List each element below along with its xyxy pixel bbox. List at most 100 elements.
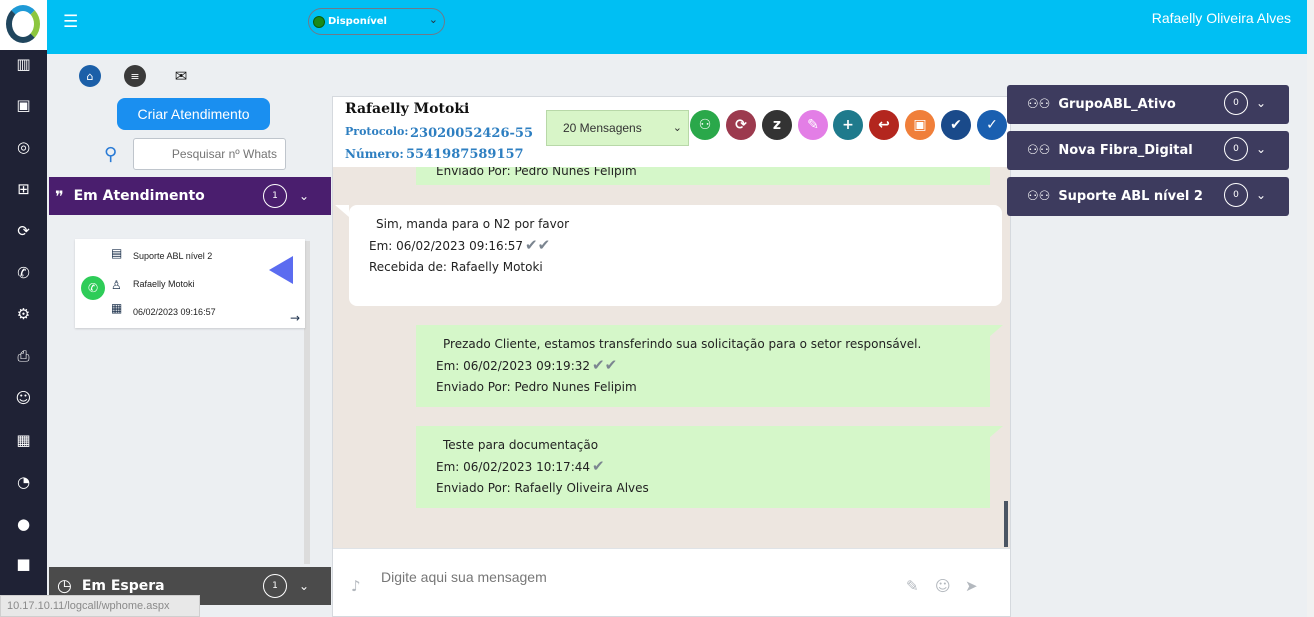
sleep-bed-icon[interactable]: z (762, 110, 792, 140)
app-logo (0, 0, 47, 50)
people-icon: ⚇⚇ (1027, 97, 1051, 112)
approve-check-icon[interactable]: ✔ (941, 110, 971, 140)
chevron-down-icon[interactable]: ⌄ (299, 579, 309, 593)
right-group-item[interactable]: ⚇⚇ Nova Fibra_Digital 0 ⌄ (1007, 131, 1289, 170)
bubble-tail (989, 426, 1003, 438)
chat-bubbles-icon: ❞ (55, 186, 64, 206)
chat-header: Rafaelly Motoki Protocolo: 23020052426-5… (333, 97, 1010, 167)
contact-name: Rafaelly Motoki (345, 101, 470, 117)
group-em-atendimento[interactable]: ❞ Em Atendimento 1 ⌄ (49, 177, 331, 215)
calendar-clock-icon: ▦ (111, 301, 123, 315)
message-input[interactable]: Digite aqui sua mensagem (381, 569, 547, 585)
status-bar-url: 10.17.10.11/logcall/wphome.aspx (0, 595, 200, 617)
message-text: Sim, manda para o N2 por favor (376, 217, 570, 231)
sync-icon[interactable]: ⟳ (0, 219, 47, 243)
group-count-badge: 1 (263, 184, 287, 208)
chevron-down-icon: ⌄ (428, 13, 438, 26)
card-contact: Rafaelly Motoki (133, 279, 195, 289)
right-group-item[interactable]: ⚇⚇ GrupoABL_Ativo 0 ⌄ (1007, 85, 1289, 124)
phone-icon[interactable]: ✆ (0, 261, 47, 285)
people-icon: ⚇⚇ (1027, 189, 1051, 204)
transfer-sync-icon[interactable]: ⟳ (726, 110, 756, 140)
message-meta: Recebida de: Rafaelly Motoki (369, 260, 543, 274)
clock-icon: ◷ (57, 576, 72, 596)
status-dot-icon (313, 15, 325, 28)
presentation-icon[interactable]: ▣ (905, 110, 935, 140)
selected-pointer-icon (269, 256, 293, 284)
briefcase-icon[interactable]: ▣ (0, 93, 47, 117)
chevron-down-icon[interactable]: ⌄ (1256, 142, 1266, 156)
finish-check-icon[interactable]: ✓ (977, 110, 1007, 140)
chart-icon[interactable]: ▥ (0, 52, 47, 76)
message-time: Em: 06/02/2023 09:19:32 ✔✔ (436, 356, 618, 374)
message-text: Prezado Cliente, estamos transferindo su… (443, 337, 922, 351)
hamburger-menu-icon[interactable]: ☰ (63, 12, 78, 32)
plus-square-icon[interactable]: ⊞ (0, 177, 47, 201)
search-icon[interactable]: ⚲ (104, 144, 117, 165)
chat-bubble-icon[interactable]: ● (0, 512, 47, 536)
chevron-down-icon[interactable]: ⌄ (1256, 96, 1266, 110)
message-meta: Enviado Por: Rafaelly Oliveira Alves (436, 481, 649, 495)
message-composer: ♪ Digite aqui sua mensagem ✎ ☺ ➤ (333, 548, 1010, 616)
ticket-card[interactable]: ▤ Suporte ABL nível 2 ✆ ♙ Rafaelly Motok… (75, 239, 305, 328)
edit-note-icon[interactable]: ✎ (798, 110, 828, 140)
home-icon[interactable]: ⌂ (79, 65, 101, 87)
number-label: Número: (345, 147, 404, 161)
group-users-icon[interactable]: ⚇ (690, 110, 720, 140)
double-check-icon: ✔✔ (525, 236, 551, 254)
attachment-icon[interactable]: ✎ (906, 577, 919, 595)
message-count-select[interactable]: 20 Mensagens ⌄ (546, 110, 689, 146)
message-count-label: 20 Mensagens (563, 121, 642, 135)
group-title: Em Espera (81, 578, 165, 594)
search-whatsapp-input[interactable] (133, 138, 286, 170)
right-group-count: 0 (1224, 91, 1248, 115)
printer-icon[interactable]: ⎙ (0, 344, 47, 368)
single-check-icon: ✔ (592, 457, 605, 475)
video-icon[interactable]: ■ (0, 552, 47, 576)
chat-panel: Rafaelly Motoki Protocolo: 23020052426-5… (332, 96, 1011, 617)
calendar-icon[interactable]: ▦ (0, 428, 47, 452)
right-group-item[interactable]: ⚇⚇ Suporte ABL nível 2 0 ⌄ (1007, 177, 1289, 216)
message-list[interactable]: Enviado Por: Pedro Nunes Felipim Sim, ma… (333, 167, 1010, 548)
mail-icon[interactable]: ✉ (170, 65, 192, 87)
emoji-icon[interactable]: ☺ (935, 577, 951, 595)
dashboard-icon[interactable]: ◔ (0, 470, 47, 494)
message-bubble: Teste para documentação Em: 06/02/2023 1… (416, 426, 990, 508)
smiley-icon[interactable]: ☺ (0, 386, 47, 410)
top-bar: ☰ Disponível ⌄ Rafaelly Oliveira Alves (47, 0, 1307, 54)
send-icon[interactable]: ➤ (965, 577, 978, 595)
arrow-right-icon[interactable]: → (290, 311, 300, 325)
number-value: 5541987589157 (406, 147, 524, 162)
right-group-name: Nova Fibra_Digital (1058, 143, 1193, 158)
messages-scrollbar[interactable] (1004, 501, 1008, 547)
chevron-down-icon[interactable]: ⌄ (299, 189, 309, 203)
message-text: Teste para documentação (443, 438, 599, 452)
right-group-count: 0 (1224, 137, 1248, 161)
create-ticket-button[interactable]: Criar Atendimento (117, 98, 270, 130)
user-icon: ♙ (111, 278, 122, 292)
add-list-icon[interactable]: ≡ (124, 65, 146, 87)
card-queue: Suporte ABL nível 2 (133, 251, 213, 261)
status-select[interactable]: Disponível ⌄ (308, 8, 445, 35)
map-icon: ▤ (111, 246, 123, 260)
message-meta: Enviado Por: Pedro Nunes Felipim (436, 167, 637, 178)
message-bubble: Sim, manda para o N2 por favor Em: 06/02… (349, 205, 1002, 306)
right-group-name: GrupoABL_Ativo (1058, 97, 1176, 112)
double-check-icon: ✔✔ (592, 356, 618, 374)
whatsapp-icon[interactable]: ◎ (0, 135, 47, 159)
add-contact-icon[interactable]: + (833, 110, 863, 140)
gear-icon[interactable]: ⚙ (0, 302, 47, 326)
bubble-tail (989, 325, 1003, 337)
protocol-value: 23020052426-55 (410, 126, 533, 141)
chevron-down-icon: ⌄ (672, 122, 682, 134)
bubble-tail (335, 205, 349, 217)
chevron-down-icon[interactable]: ⌄ (1256, 188, 1266, 202)
group-title: Em Atendimento (73, 188, 205, 204)
microphone-icon[interactable]: ♪ (351, 577, 361, 595)
message-time: Em: 06/02/2023 10:17:44 ✔ (436, 457, 605, 475)
page-scrollbar[interactable] (1307, 0, 1314, 617)
message-bubble: Enviado Por: Pedro Nunes Felipim (416, 167, 990, 185)
current-user-name: Rafaelly Oliveira Alves (1151, 10, 1291, 26)
right-group-name: Suporte ABL nível 2 (1058, 189, 1203, 204)
reply-back-icon[interactable]: ↩ (869, 110, 899, 140)
